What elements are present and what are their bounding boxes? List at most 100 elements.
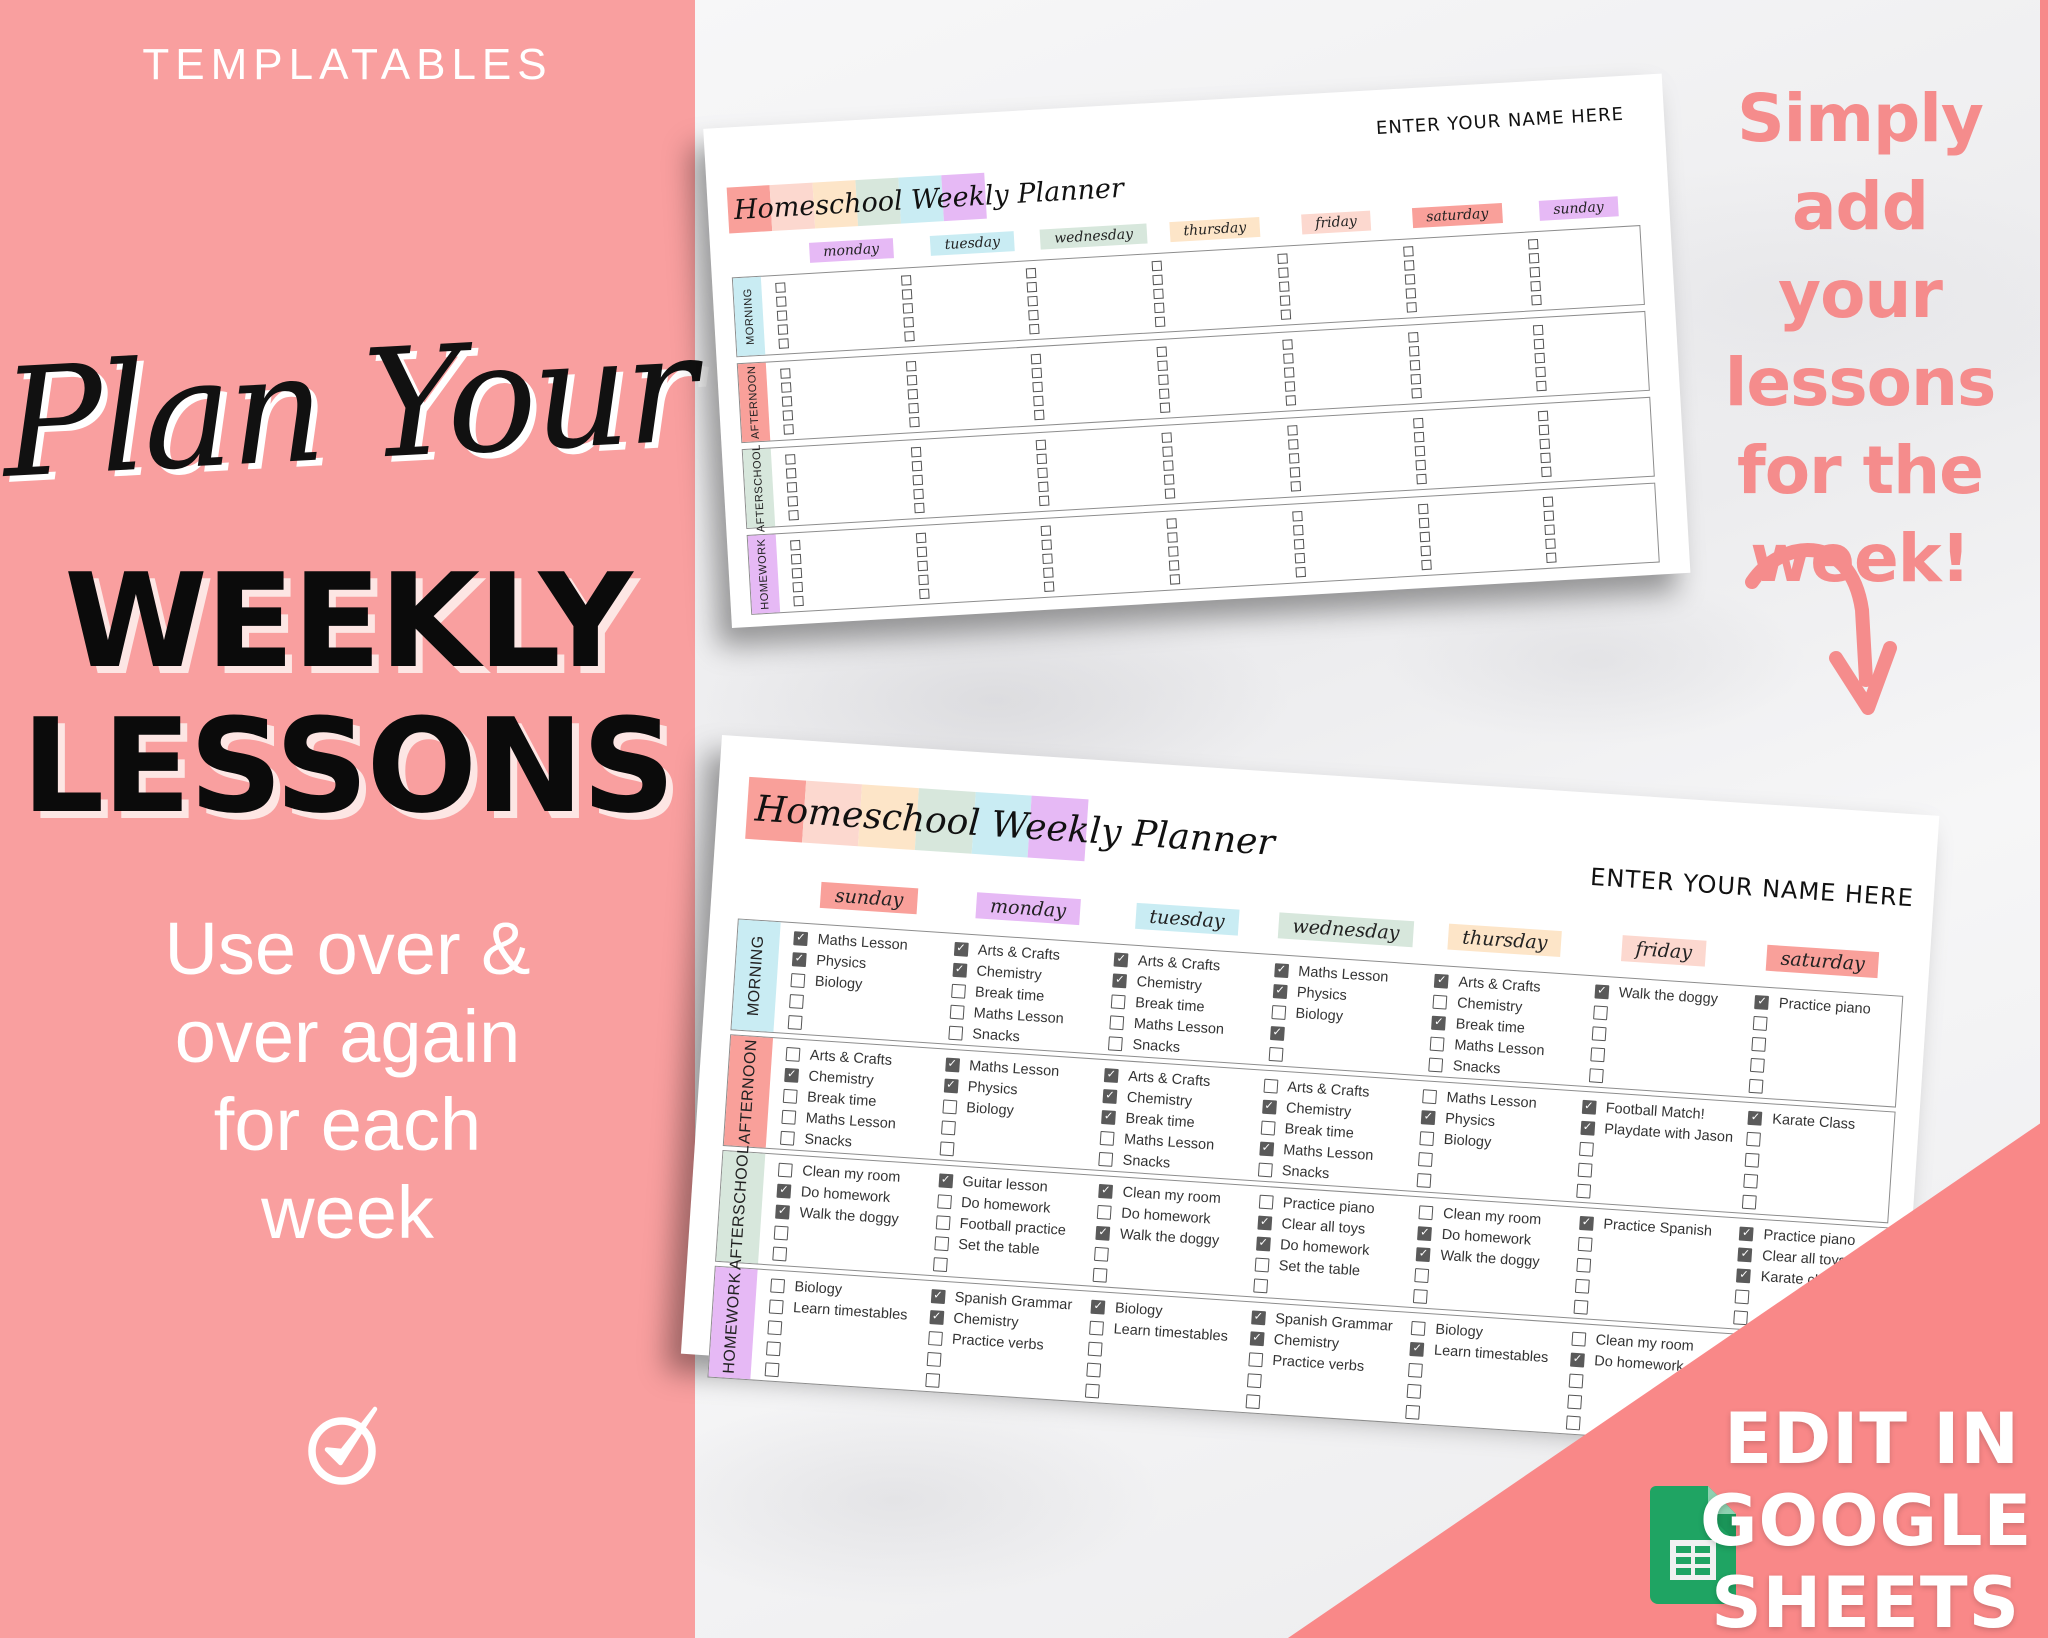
checkbox-checked[interactable]: ✓ [953,941,969,957]
checkbox[interactable] [1036,453,1048,465]
checkbox[interactable] [786,482,798,493]
checkbox[interactable] [1027,295,1039,307]
checkbox-checked[interactable]: ✓ [1098,1183,1114,1199]
checkbox[interactable] [1750,1057,1766,1073]
checkbox-checked[interactable]: ✓ [952,962,967,978]
checkbox-checked[interactable]: ✓ [793,930,809,946]
checkbox[interactable] [1413,431,1424,443]
checkbox[interactable] [780,382,792,393]
checkbox[interactable] [906,374,918,386]
checkbox[interactable] [1544,524,1556,536]
task-text[interactable]: Snacks [972,1026,1021,1045]
checkbox[interactable] [1271,1004,1287,1020]
checkbox[interactable] [1422,1088,1438,1104]
checkbox[interactable] [1164,474,1175,485]
checkbox[interactable] [1043,567,1055,578]
checkbox-checked[interactable]: ✓ [1103,1067,1119,1083]
checkbox-checked[interactable]: ✓ [1102,1088,1118,1104]
checkbox[interactable] [1159,388,1170,400]
checkbox[interactable] [1163,460,1174,471]
checkbox[interactable] [1288,453,1300,464]
checkbox[interactable] [1293,538,1305,550]
checkbox[interactable] [1162,446,1173,457]
checkbox[interactable] [941,1098,957,1114]
checkbox[interactable] [1546,552,1557,563]
checkbox[interactable] [1168,546,1179,557]
checkbox[interactable] [1417,503,1429,515]
checkbox[interactable] [1254,1256,1270,1272]
checkbox[interactable] [1109,1014,1125,1030]
checkbox[interactable] [1403,260,1415,271]
task-text[interactable]: Biology [794,1279,843,1298]
checkbox[interactable] [1533,324,1544,336]
checkbox-checked[interactable]: ✓ [776,1183,792,1199]
task-text[interactable]: Chemistry [808,1068,874,1088]
checkbox-checked[interactable]: ✓ [929,1309,944,1325]
checkbox-checked[interactable]: ✓ [1269,1025,1285,1041]
checkbox[interactable] [793,595,804,607]
checkbox[interactable] [1415,459,1426,471]
checkbox[interactable] [776,296,787,307]
task-text[interactable]: Snacks [804,1131,853,1150]
checkbox[interactable] [1268,1046,1284,1062]
checkbox[interactable] [1280,309,1292,320]
checkbox[interactable] [900,275,912,286]
checkbox[interactable] [1287,425,1298,436]
checkbox[interactable] [903,331,915,342]
checkbox[interactable] [1539,438,1551,450]
checkbox[interactable] [1042,553,1054,564]
checkbox[interactable] [777,324,789,335]
checkbox[interactable] [1166,518,1178,529]
checkbox[interactable] [912,474,923,486]
checkbox[interactable] [1252,1277,1268,1293]
checkbox[interactable] [766,1340,781,1356]
checkbox[interactable] [787,1014,803,1030]
task-text[interactable]: Biology [966,1100,1015,1119]
checkbox-checked[interactable]: ✓ [944,1057,960,1072]
checkbox-checked[interactable]: ✓ [784,1067,800,1083]
checkbox[interactable] [1419,545,1431,557]
checkbox[interactable] [1154,302,1165,314]
task-text[interactable]: Biology [814,973,863,992]
checkbox[interactable] [1154,316,1166,328]
checkbox-checked[interactable]: ✓ [1249,1330,1265,1346]
task-text[interactable]: Arts & Crafts [1287,1079,1370,1100]
checkbox[interactable] [913,488,924,500]
checkbox[interactable] [1086,1362,1102,1377]
checkbox[interactable] [932,1256,948,1272]
checkbox[interactable] [902,303,913,314]
checkbox[interactable] [790,553,802,565]
task-text[interactable]: Chemistry [1136,974,1202,994]
checkbox[interactable] [1033,395,1045,407]
checkbox[interactable] [924,1372,940,1388]
task-text[interactable]: Chemistry [976,963,1042,983]
task-text[interactable]: Arts & Crafts [1458,974,1541,995]
checkbox[interactable] [1039,495,1050,507]
task-text[interactable]: Snacks [1132,1036,1181,1055]
checkbox-checked[interactable]: ✓ [1101,1109,1116,1125]
checkbox[interactable] [1098,1151,1114,1167]
checkbox[interactable] [1545,538,1557,550]
checkbox-checked[interactable]: ✓ [1113,951,1129,967]
checkbox-checked[interactable]: ✓ [791,951,807,967]
checkbox[interactable] [1528,238,1539,250]
checkbox-checked[interactable]: ✓ [1257,1215,1273,1230]
checkbox[interactable] [1257,1161,1273,1177]
checkbox[interactable] [782,1088,798,1104]
checkbox[interactable] [1289,467,1301,478]
checkbox[interactable] [1156,346,1168,358]
checkbox[interactable] [1407,332,1419,343]
task-text[interactable]: Chemistry [953,1310,1019,1330]
checkbox[interactable] [781,1109,797,1125]
checkbox[interactable] [1278,267,1289,278]
checkbox-checked[interactable]: ✓ [930,1288,946,1304]
checkbox-checked[interactable]: ✓ [1258,1141,1274,1156]
task-text[interactable]: Biology [1115,1300,1164,1319]
checkbox[interactable] [1292,510,1303,522]
checkbox[interactable] [1294,552,1306,564]
checkbox[interactable] [1543,510,1555,522]
checkbox-checked[interactable]: ✓ [1754,994,1770,1010]
checkbox[interactable] [1410,373,1421,385]
task-text[interactable]: Biology [1295,1005,1344,1024]
checkbox[interactable] [1283,367,1295,378]
